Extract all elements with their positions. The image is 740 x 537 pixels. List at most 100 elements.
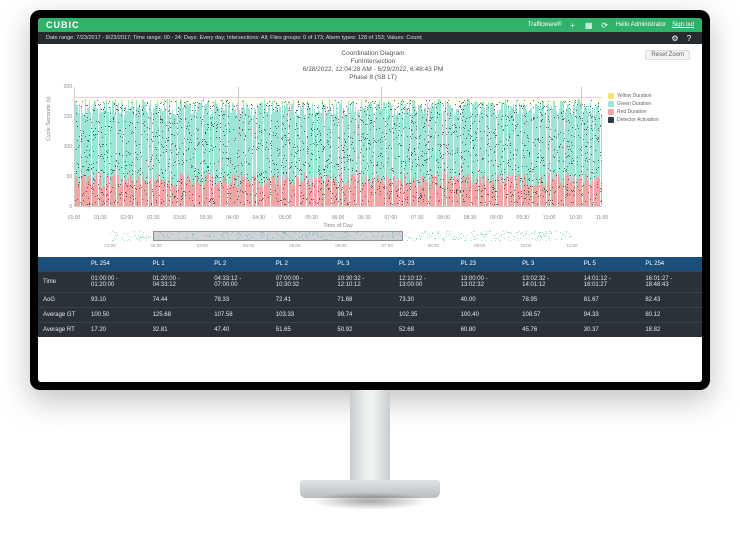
chart-titles: Coordination Diagram FunIntersection 6/2… [74, 50, 672, 83]
table-cell: 72.41 [271, 292, 333, 307]
table-cell: 50.92 [332, 322, 394, 337]
table-cell: 81.67 [579, 292, 641, 307]
table-cell: 100.50 [86, 307, 148, 322]
x-tick: 09:00 [490, 215, 503, 221]
filter-bar: Date range: 7/23/2017 - 8/23/2017; Time … [38, 32, 702, 44]
chart-subtitle-3: Phase 8 (SB LT) [74, 74, 672, 82]
brush-tick: 04:00 [243, 243, 254, 248]
yellow-duration-line [75, 97, 602, 98]
brush-tick: 06:00 [335, 243, 346, 248]
grid-icon[interactable]: ▦ [584, 20, 594, 30]
monitor-shadow [310, 492, 430, 510]
help-icon[interactable]: ? [684, 33, 694, 43]
product-name: Trafficware® [528, 22, 562, 28]
row-label: Time [38, 271, 86, 292]
row-label: Average GT [38, 307, 86, 322]
screen: CUBIC Trafficware® + ▦ ⟳ Hello Administr… [38, 18, 702, 382]
legend-swatch [608, 101, 614, 107]
table-header[interactable]: PL 3 [332, 257, 394, 272]
x-tick: 01:30 [94, 215, 107, 221]
x-tick: 02:30 [147, 215, 160, 221]
table-cell: 30.37 [579, 322, 641, 337]
table-header[interactable]: PL 23 [456, 257, 518, 272]
plot-area[interactable]: PL 2PL 2PL 5 [74, 87, 602, 207]
brand-logo: CUBIC [46, 20, 80, 30]
signout-link[interactable]: Sign out [672, 22, 694, 28]
table-header[interactable]: PL 254 [86, 257, 148, 272]
time-brush[interactable]: 01:0002:0003:0004:0005:0006:0007:0008:00… [110, 231, 642, 253]
table-header[interactable]: PL 254 [640, 257, 702, 272]
x-tick: 07:30 [411, 215, 424, 221]
table-header[interactable]: PL 23 [394, 257, 456, 272]
table-header[interactable]: PL 5 [579, 257, 641, 272]
metrics-table-wrap: PL 254PL 1PL 2PL 2PL 3PL 23PL 23PL 3PL 5… [38, 257, 702, 337]
table-cell: 78.95 [517, 292, 579, 307]
brush-tick: 02:00 [151, 243, 162, 248]
x-tick: 01:00 [68, 215, 81, 221]
app-header: CUBIC Trafficware® + ▦ ⟳ Hello Administr… [38, 18, 702, 32]
x-tick: 05:30 [305, 215, 318, 221]
legend-item: Detector Activation [608, 117, 672, 123]
legend-item: Yellow Duration [608, 93, 672, 99]
table-row: Average RT17.2032.8147.4051.6550.9252.68… [38, 322, 702, 337]
table-cell: 99.74 [332, 307, 394, 322]
legend-item: Green Duration [608, 101, 672, 107]
chart-subtitle-2: 6/28/2022, 12:04:28 AM - 6/29/2022, 6:48… [74, 66, 672, 74]
table-cell: 07:00:00 - 10:30:32 [271, 271, 333, 292]
x-tick: 11:00 [596, 215, 608, 221]
table-cell: 71.68 [332, 292, 394, 307]
table-cell: 102.35 [394, 307, 456, 322]
table-cell: 01:20:00 - 04:33:12 [148, 271, 210, 292]
table-cell: 18.82 [640, 322, 702, 337]
x-tick: 03:00 [173, 215, 186, 221]
x-tick: 04:00 [226, 215, 239, 221]
table-cell: 51.65 [271, 322, 333, 337]
table-cell: 125.68 [148, 307, 210, 322]
table-row: Average GT100.50125.68107.58103.3399.741… [38, 307, 702, 322]
table-cell: 107.58 [209, 307, 271, 322]
table-cell: 32.81 [148, 322, 210, 337]
table-header[interactable]: PL 3 [517, 257, 579, 272]
x-tick: 07:00 [385, 215, 398, 221]
table-header[interactable] [38, 257, 86, 272]
table-header[interactable]: PL 1 [148, 257, 210, 272]
x-tick: 10:30 [569, 215, 582, 221]
coordination-chart[interactable]: Cycle Seconds (s) 050100150200 PL 2PL 2P… [74, 87, 672, 227]
table-cell: 52.68 [394, 322, 456, 337]
brush-tick: 01:00 [104, 243, 115, 248]
table-cell: 60.80 [456, 322, 518, 337]
table-header[interactable]: PL 2 [271, 257, 333, 272]
x-axis: Time of Day 01:0001:3002:0002:3003:0003:… [74, 207, 602, 227]
brush-tick: 03:00 [197, 243, 208, 248]
x-tick: 09:30 [517, 215, 530, 221]
chart-panel: Coordination Diagram FunIntersection 6/2… [38, 44, 702, 257]
refresh-icon[interactable]: ⟳ [600, 20, 610, 30]
table-cell: 04:33:12 - 07:00:00 [209, 271, 271, 292]
plus-icon[interactable]: + [568, 20, 578, 30]
metrics-table: PL 254PL 1PL 2PL 2PL 3PL 23PL 23PL 3PL 5… [38, 257, 702, 337]
legend-label: Detector Activation [617, 117, 659, 123]
y-tick: 100 [64, 144, 72, 150]
table-cell: 10:30:32 - 12:10:12 [332, 271, 394, 292]
x-tick: 04:30 [253, 215, 266, 221]
legend-label: Green Duration [617, 101, 651, 107]
user-greeting: Hello Administrator [616, 22, 666, 28]
table-cell: 78.33 [209, 292, 271, 307]
brush-tick: 09:00 [474, 243, 485, 248]
reset-zoom-button[interactable]: Reset Zoom [645, 50, 690, 60]
table-cell: 47.40 [209, 322, 271, 337]
legend-item: Red Duration [608, 109, 672, 115]
x-tick: 06:00 [332, 215, 345, 221]
brush-selection[interactable] [153, 231, 403, 241]
brush-ticks: 01:0002:0003:0004:0005:0006:0007:0008:00… [110, 243, 572, 253]
y-tick: 200 [64, 84, 72, 90]
gear-icon[interactable]: ⚙ [670, 33, 680, 43]
table-cell: 45.76 [517, 322, 579, 337]
table-cell: 17.20 [86, 322, 148, 337]
table-cell: 100.40 [456, 307, 518, 322]
table-cell: 13:00:00 - 13:02:32 [456, 271, 518, 292]
x-tick: 08:30 [464, 215, 477, 221]
table-cell: 94.33 [579, 307, 641, 322]
table-header[interactable]: PL 2 [209, 257, 271, 272]
table-row: AoG93.1074.4478.3372.4171.6873.3040.0078… [38, 292, 702, 307]
